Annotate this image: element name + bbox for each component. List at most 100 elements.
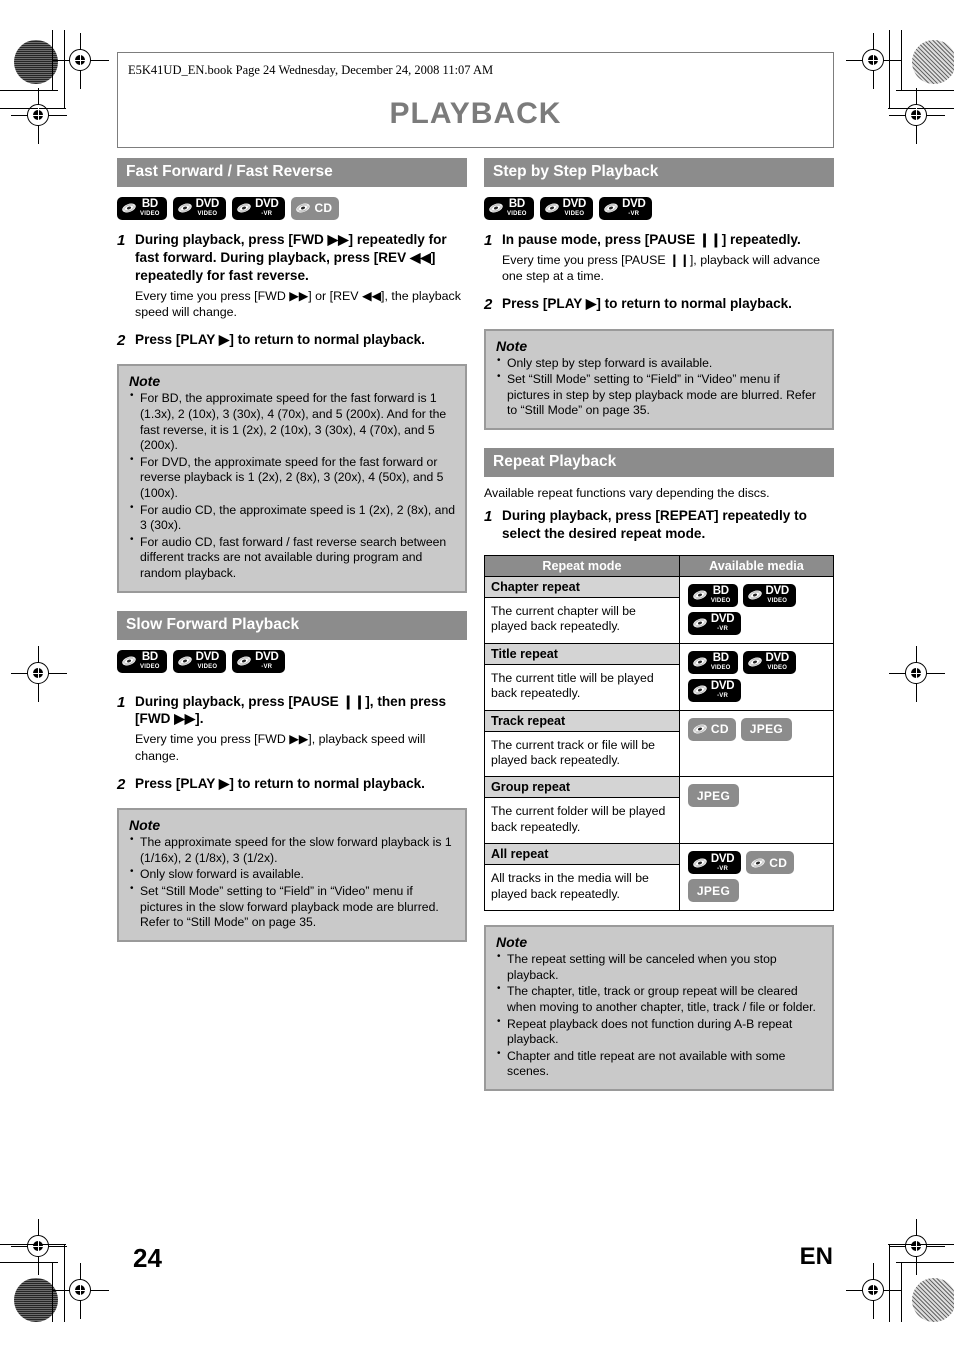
note-list: The repeat setting will be canceled when… — [496, 951, 822, 1080]
repeat-mode-description: The current track or file will be played… — [491, 737, 656, 768]
media-badge-dvd-vr: DVD -VR — [687, 851, 742, 875]
section-fast-forward-fast-reverse: Fast Forward / Fast Reverse BD VIDEO DVD VI… — [117, 158, 467, 593]
media-badge-dvd-vr: DVD -VR — [599, 196, 653, 220]
step-number: 1 — [117, 693, 126, 711]
step-instruction: During playback, press [PAUSE ❙❙], then … — [135, 693, 447, 727]
available-media-cell: BD VIDEO DVD VIDEO DVD -VR — [678, 642, 835, 711]
disc-glyph-icon — [747, 657, 762, 667]
step-number: 2 — [484, 296, 493, 313]
disc-glyph-icon — [122, 203, 136, 213]
media-badge-dvd-vr: DVD -VR — [687, 678, 742, 702]
media-badge-cd: CD — [687, 717, 736, 741]
step-instruction: In pause mode, press [PAUSE ❙❙] repeated… — [502, 231, 801, 247]
trim-mark — [896, 90, 954, 91]
repeat-intro-text: Available repeat functions vary dependin… — [484, 485, 770, 500]
media-badge-dvd-video: DVD VIDEO — [172, 196, 227, 220]
disc-glyph-icon — [693, 724, 707, 734]
step-item: 1 In pause mode, press [PAUSE ❙❙] repeat… — [484, 231, 834, 284]
disc-glyph-icon — [544, 203, 559, 213]
density-patch-bottom-right — [912, 1278, 954, 1322]
available-media-cell: CD JPEG — [678, 709, 835, 778]
disc-glyph-icon — [747, 590, 762, 600]
media-badge-bd-video: BD VIDEO — [687, 583, 738, 607]
repeat-mode-table: Repeat mode Available media Chapter repe… — [484, 554, 835, 912]
available-media-cell: DVD -VR CD JPEG — [678, 843, 835, 912]
disc-glyph-icon — [296, 203, 311, 213]
trim-mark — [52, 1262, 53, 1322]
disc-glyph-icon — [693, 590, 707, 600]
repeat-mode-description: The current folder will be played back r… — [491, 804, 666, 834]
media-badge-dvd-vr: DVD -VR — [232, 196, 286, 220]
section-heading-repeat-playback: Repeat Playback — [484, 447, 834, 477]
registration-mark — [889, 1219, 945, 1275]
available-media-cell: BD VIDEO DVD VIDEO DVD -VR — [678, 575, 835, 644]
page-title: PLAYBACK — [389, 97, 562, 130]
book-source-line: E5K41UD_EN.book Page 24 Wednesday, Decem… — [128, 63, 494, 77]
repeat-mode-description: The current chapter will be played back … — [491, 603, 636, 634]
disc-glyph-icon — [237, 203, 251, 213]
disc-glyph-icon — [177, 656, 192, 666]
table-header-row: Repeat mode Available media — [484, 554, 835, 577]
page-header-box: E5K41UD_EN.book Page 24 Wednesday, Decem… — [117, 52, 834, 148]
disc-glyph-icon — [693, 618, 707, 628]
footer-page-number: 24 — [133, 1243, 162, 1273]
table-row: Track repeat The current track or file wi… — [484, 709, 835, 778]
media-badge-row: BD VIDEO DVD VIDEO DVD -VR — [687, 650, 827, 702]
disc-glyph-icon — [177, 203, 192, 213]
step-instruction: During playback, press [FWD ▶▶] repeated… — [135, 231, 447, 283]
note-item: The repeat setting will be canceled when… — [496, 951, 822, 983]
note-item: Set “Still Mode” setting to “Field” in “… — [129, 883, 455, 931]
trim-mark — [901, 1262, 902, 1322]
note-item: The chapter, title, track or group repea… — [496, 983, 822, 1015]
step-number: 2 — [117, 775, 126, 793]
note-title: Note — [129, 373, 161, 390]
registration-mark — [11, 88, 67, 144]
table-row: All repeat All tracks in the media will b… — [484, 843, 835, 912]
step-instruction: Press [PLAY ▶] to return to normal playb… — [502, 296, 792, 311]
note-item: For audio CD, the approximate speed is 1… — [129, 502, 455, 534]
disc-glyph-icon — [489, 203, 503, 213]
media-badge-jpeg: JPEG — [740, 717, 793, 741]
step-instruction: Press [PLAY ▶] to return to normal playb… — [135, 331, 425, 347]
media-badge-row: CD JPEG — [687, 717, 827, 741]
step-detail: Every time you press [FWD ▶▶], playback … — [135, 732, 426, 763]
media-badge-dvd-video: DVD VIDEO — [172, 649, 227, 673]
repeat-mode-cell: Title repeat The current title will be pl… — [484, 642, 680, 711]
disc-glyph-icon — [604, 203, 618, 213]
media-badge-jpeg: JPEG — [687, 879, 740, 903]
media-badge-jpeg: JPEG — [687, 784, 740, 808]
right-column: Step by Step Playback BD VIDEO DVD VIDEO DVD… — [484, 158, 835, 1092]
note-list: For BD, the approximate speed for the fa… — [129, 390, 455, 582]
note-item: For audio CD, fast forward / fast revers… — [129, 534, 455, 582]
repeat-mode-description: All tracks in the media will be played b… — [491, 871, 649, 901]
left-column: Fast Forward / Fast Reverse BD VIDEO DVD VI… — [117, 158, 467, 942]
disc-glyph-icon — [693, 858, 707, 868]
column-header-available-media: Available media — [678, 554, 835, 577]
repeat-mode-cell: Group repeat The current folder will be p… — [484, 776, 680, 845]
note-box-step-by-step: Note Only step by step forward is availa… — [484, 328, 834, 430]
media-badge-dvd-vr: DVD -VR — [687, 611, 742, 635]
table-row: Chapter repeat The current chapter will b… — [484, 575, 835, 644]
registration-mark — [11, 1219, 67, 1275]
media-badge-dvd-vr: DVD -VR — [232, 649, 286, 673]
note-box-repeat-playback: Note The repeat setting will be canceled… — [484, 925, 834, 1092]
repeat-mode-name: Chapter repeat — [485, 576, 679, 598]
media-badge-cd: CD — [746, 851, 795, 875]
repeat-table-body: Chapter repeat The current chapter will b… — [484, 575, 835, 912]
note-item: Repeat playback does not function during… — [496, 1016, 822, 1048]
manual-page: E5K41UD_EN.book Page 24 Wednesday, Decem… — [77, 48, 877, 1303]
media-badge-dvd-video: DVD VIDEO — [742, 650, 796, 674]
note-title: Note — [496, 337, 528, 354]
footer-language-code: EN — [799, 1243, 833, 1270]
step-item: 1 During playback, press [PAUSE ❙❙], the… — [117, 693, 467, 764]
step-instruction: Press [PLAY ▶] to return to normal playb… — [135, 775, 425, 791]
note-item: For BD, the approximate speed for the fa… — [129, 390, 455, 453]
note-item: Only slow forward is available. — [129, 866, 455, 883]
registration-mark — [889, 646, 945, 702]
media-badge-bd-video: BD VIDEO — [117, 196, 167, 220]
repeat-mode-name: Group repeat — [485, 777, 679, 799]
disc-glyph-icon — [751, 858, 765, 868]
page-footer: 24 EN — [117, 1243, 837, 1273]
registration-mark — [889, 88, 945, 144]
note-item: Chapter and title repeat are not availab… — [496, 1048, 822, 1080]
